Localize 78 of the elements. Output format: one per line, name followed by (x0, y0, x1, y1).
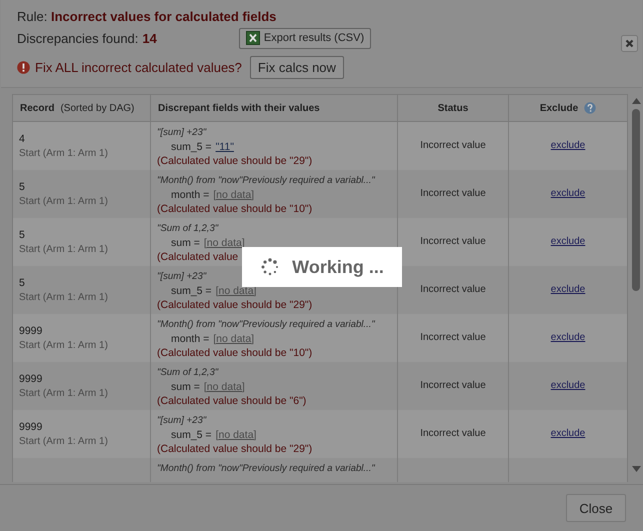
field-name: sum = (171, 380, 200, 392)
discrepancies-count: 14 (142, 30, 157, 46)
field-value[interactable]: [no data] (213, 332, 254, 344)
exclude-link[interactable]: exclude (550, 236, 586, 247)
event-name: Start (Arm 1: Arm 1) (19, 244, 109, 254)
field-name: month = (171, 188, 210, 200)
record-id: 4 (19, 132, 26, 145)
field-value[interactable]: "11" (216, 141, 234, 153)
field-value[interactable]: [no data] (213, 188, 254, 200)
export-button[interactable]: Export results (CSV) (238, 28, 372, 48)
record-id: 9999 (19, 324, 44, 336)
status-text: Incorrect value (420, 284, 486, 295)
field-formula: "Month() from "now"Previously required a variabl..." (157, 462, 376, 476)
field-name: month = (171, 332, 210, 344)
status-text: Incorrect value (420, 428, 486, 439)
exclude-link[interactable]: exclude (550, 188, 586, 199)
field-formula: "[sum] +23" (157, 414, 208, 428)
calculated-note: (Calculated value (157, 250, 238, 264)
event-name: Start (Arm 1: Arm 1) (19, 292, 109, 302)
record-id: 9999 (19, 372, 44, 384)
status-text: Incorrect value (420, 188, 486, 199)
column-header: Exclude (540, 102, 578, 114)
field-formula: "Month() from "now"Previously required a variabl..." (157, 174, 376, 188)
event-name: Start (Arm 1: Arm 1) (19, 340, 109, 350)
field-value[interactable]: [no data] (204, 380, 245, 392)
field-value[interactable]: [no data] (216, 284, 256, 296)
field-value[interactable]: [no data] (204, 236, 245, 248)
field-name: sum_5 = (171, 428, 212, 440)
calculated-note: (Calculated value should be "10") (157, 346, 312, 360)
busy-message: Working ... (292, 256, 384, 278)
field-name: sum_5 = (171, 141, 212, 153)
field-formula: "[sum] +23" (157, 126, 208, 140)
field-formula: "Month() from "now"Previously required a variabl..." (157, 318, 376, 332)
event-name: Start (Arm 1: Arm 1) (19, 196, 109, 206)
calculated-note: (Calculated value should be "10") (157, 202, 312, 216)
event-name: Start (Arm 1: Arm 1) (19, 148, 109, 159)
field-formula: "Sum of 1,2,3" (157, 366, 220, 380)
rule-label: Rule: (17, 9, 48, 24)
column-note: (Sorted by DAG) (60, 102, 134, 114)
status-text: Incorrect value (420, 380, 486, 391)
record-id: 5 (19, 276, 26, 288)
calculated-note: (Calculated value should be "29") (157, 298, 312, 312)
rule-name: Incorrect values for calculated fields (50, 9, 276, 24)
spreadsheet-icon (246, 31, 260, 45)
fix-calcs-button[interactable]: Fix calcs now (250, 56, 344, 78)
column-header: Discrepant fields with their values (158, 102, 320, 114)
field-formula: "Sum of 1,2,3" (157, 222, 220, 236)
calculated-note: (Calculated value should be "29") (157, 442, 312, 456)
event-name: Start (Arm 1: Arm 1) (19, 388, 109, 398)
record-id: 9999 (19, 420, 44, 432)
warning-icon (17, 60, 30, 74)
column-header: Record (20, 102, 54, 114)
field-name: sum_5 = (171, 284, 212, 296)
calculated-note: (Calculated value should be "29") (157, 154, 312, 168)
scroll-down-icon[interactable] (632, 466, 640, 472)
close-icon[interactable] (621, 35, 638, 52)
field-value[interactable]: [no data] (216, 428, 256, 440)
spinner-icon (260, 257, 280, 277)
exclude-link[interactable]: exclude (550, 284, 586, 295)
help-icon[interactable] (584, 102, 596, 114)
record-id: 5 (19, 228, 26, 240)
exclude-link[interactable]: exclude (550, 428, 586, 439)
exclude-link[interactable]: exclude (550, 332, 586, 343)
exclude-link[interactable]: exclude (550, 140, 586, 152)
field-formula: "[sum] +23" (157, 270, 208, 284)
record-id: 5 (19, 180, 26, 192)
event-name: Start (Arm 1: Arm 1) (19, 436, 109, 446)
status-text: Incorrect value (420, 332, 486, 343)
status-text: Incorrect value (420, 236, 486, 247)
column-header: Status (438, 102, 468, 114)
close-button[interactable]: Close (566, 494, 626, 522)
scroll-up-icon[interactable] (632, 98, 640, 104)
status-text: Incorrect value (420, 140, 486, 152)
field-name: sum = (171, 236, 200, 248)
fix-prompt: Fix ALL incorrect calculated values? (35, 60, 242, 74)
exclude-link[interactable]: exclude (550, 380, 586, 391)
calculated-note: (Calculated value should be "6") (157, 394, 306, 408)
discrepancies-label: Discrepancies found: (17, 30, 138, 46)
